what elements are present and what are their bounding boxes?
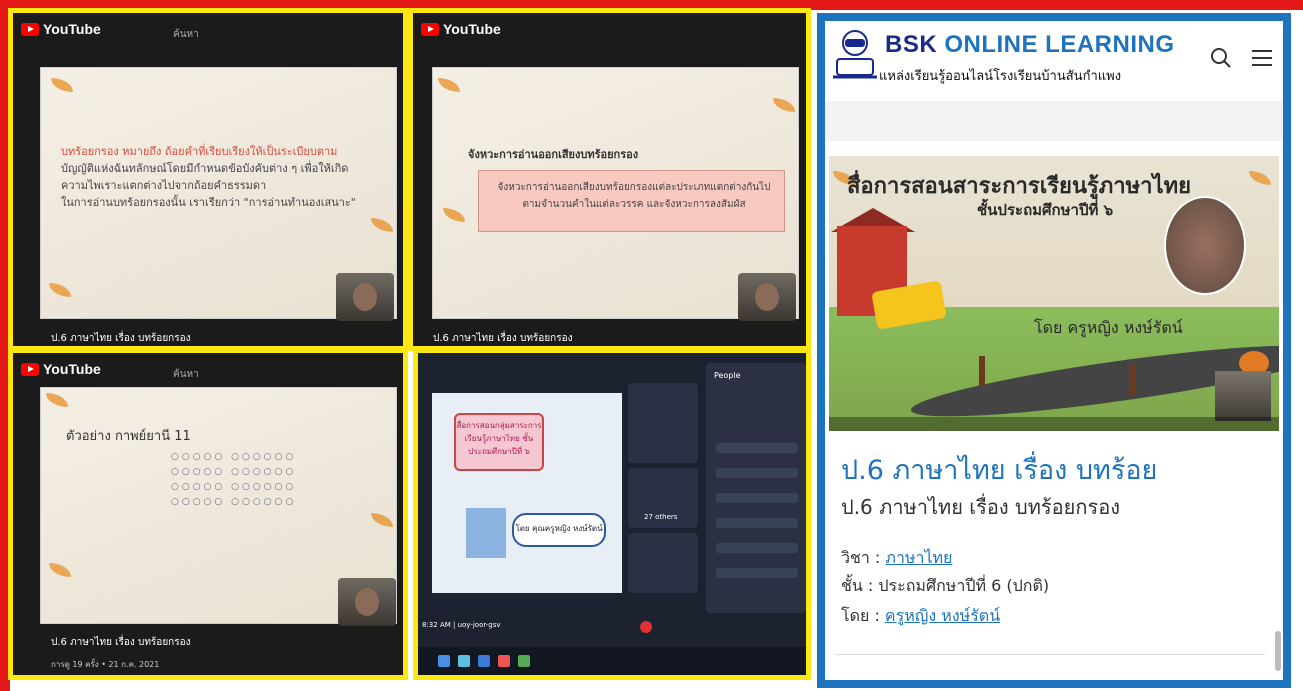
teams-window: สื่อการสอนกลุ่มสาระการเรียนรู้ภาษาไทย ชั… [418, 353, 806, 675]
meta-subject: วิชา : ภาษาไทย [841, 548, 953, 567]
slide-textbox: จังหวะการอ่านออกเสียงบทร้อยกรองแต่ละประเ… [478, 170, 785, 232]
participant-tile: 27 others [628, 468, 698, 528]
youtube-logo: YouTube [421, 21, 501, 37]
participant-tile [628, 533, 698, 593]
search-label: ค้นหา [173, 29, 199, 40]
dot-row: ○○○○○ ○○○○○○ [171, 482, 297, 492]
dot-row: ○○○○○ ○○○○○○ [171, 497, 297, 507]
slide-content: บทร้อยกรอง หมายถึง ถ้อยคำที่เรียบเรียงให… [41, 68, 396, 321]
website-panel: BSK ONLINE LEARNING แหล่งเรียนรู้ออนไลน์… [817, 13, 1291, 688]
people-panel[interactable]: People [706, 363, 806, 613]
post-subtitle: ป.6 ภาษาไทย เรื่อง บทร้อยกรอง [841, 495, 1120, 519]
slide-content: จังหวะการอ่านออกเสียงบทร้อยกรอง จังหวะกา… [433, 68, 798, 321]
photo-youtube-slide-1: YouTube ค้นหา บทร้อยกรอง หมายถึง ถ้อยคำท… [8, 8, 408, 351]
video-subtitle: ชั้นประถมศึกษาปีที่ ๖ [977, 201, 1114, 219]
author-link[interactable]: ครูหญิง หงษ์รัตน์ [885, 606, 1000, 625]
leaf-icon [49, 283, 71, 297]
video-caption: ป.6 ภาษาไทย เรื่อง บทร้อยกรอง [51, 333, 191, 344]
youtube-logo: YouTube [21, 21, 101, 37]
site-title[interactable]: BSK ONLINE LEARNING [885, 31, 1175, 59]
slide-title-box: สื่อการสอนกลุ่มสาระการเรียนรู้ภาษาไทย ชั… [454, 413, 544, 471]
leaf-icon [443, 208, 465, 222]
teacher-photo [466, 508, 506, 558]
search-icon[interactable] [1210, 47, 1232, 69]
menu-icon[interactable] [1250, 47, 1274, 69]
people-label: People [714, 371, 741, 380]
leaf-icon [773, 98, 795, 112]
participant-entry[interactable] [716, 468, 798, 478]
video-player[interactable]: สื่อการสอนสาระการเรียนรู้ภาษาไทย ชั้นประ… [829, 156, 1279, 431]
leaf-icon [1249, 171, 1271, 185]
divider [835, 654, 1265, 655]
video-views: การดู 19 ครั้ง • 21 ก.ค. 2021 [51, 660, 160, 669]
photo-youtube-slide-2: YouTube จังหวะการอ่านออกเสียงบทร้อยกรอง … [408, 8, 811, 351]
slide-line: จังหวะการอ่านออกเสียงบทร้อยกรองแต่ละประเ… [497, 182, 771, 193]
slide-line: บทร้อยกรอง หมายถึง ถ้อยคำที่เรียบเรียงให… [61, 145, 338, 158]
header-spacer [825, 101, 1283, 141]
meta-grade: ชั้น : ประถมศึกษาปีที่ 6 (ปกติ) [841, 576, 1050, 595]
meeting-time: 8:32 AM | uoy-joor-gsv [422, 621, 501, 629]
subject-link[interactable]: ภาษาไทย [885, 548, 952, 567]
scrollbar[interactable] [1275, 631, 1281, 671]
slide-content: ตัวอย่าง กาพย์ยานี 11 ○○○○○ ○○○○○○ ○○○○○… [41, 388, 396, 626]
youtube-logo: YouTube [21, 361, 101, 377]
webcam-thumbnail [338, 578, 396, 626]
post-title: ป.6 ภาษาไทย เรื่อง บทร้อย [841, 455, 1158, 486]
photo-youtube-slide-3: YouTube ค้นหา ตัวอย่าง กาพย์ยานี 11 ○○○○… [8, 348, 408, 680]
webcam-thumbnail [1215, 371, 1271, 421]
video-controls[interactable] [829, 417, 1279, 431]
video-caption: ป.6 ภาษาไทย เรื่อง บทร้อยกรอง [51, 637, 191, 648]
webcam-thumbnail [738, 273, 796, 321]
video-by: โดย ครูหญิง หงษ์รัตน์ [1034, 318, 1183, 337]
participant-entry[interactable] [716, 568, 798, 578]
webcam-thumbnail [336, 273, 394, 321]
site-header: BSK ONLINE LEARNING แหล่งเรียนรู้ออนไลน์… [825, 21, 1283, 101]
site-subtitle: แหล่งเรียนรู้ออนไลน์โรงเรียนบ้านสันกำแพง [879, 69, 1122, 84]
participant-entry[interactable] [716, 518, 798, 528]
robot-logo-icon [833, 30, 877, 79]
teacher-portrait [1164, 196, 1246, 295]
app-icon[interactable] [458, 655, 470, 667]
slide-line: ตามจำนวนคำในแต่ละวรรค และจังหวะการลงสัมผ… [522, 199, 746, 210]
leaf-icon [49, 563, 71, 577]
start-icon[interactable] [438, 655, 450, 667]
app-icon[interactable] [518, 655, 530, 667]
participant-entry[interactable] [716, 543, 798, 553]
taskbar [418, 647, 806, 675]
tree [979, 356, 985, 386]
slide-line: ในการอ่านบทร้อยกรองนั้น เราเรียกว่า "การ… [61, 196, 356, 209]
photo-teams-meeting: สื่อการสอนกลุ่มสาระการเรียนรู้ภาษาไทย ชั… [413, 348, 811, 680]
participant-entry[interactable] [716, 443, 798, 453]
app-icon[interactable] [478, 655, 490, 667]
leaf-icon [46, 393, 68, 407]
participant-tile [628, 383, 698, 463]
shared-slide: สื่อการสอนกลุ่มสาระการเรียนรู้ภาษาไทย ชั… [432, 393, 622, 593]
leave-call-button[interactable] [640, 621, 652, 633]
app-icon[interactable] [498, 655, 510, 667]
meta-author: โดย : ครูหญิง หงษ์รัตน์ [841, 606, 1001, 625]
teacher-name-box: โดย คุณครูหญิง หงษ์รัตน์ [512, 513, 606, 547]
search-label: ค้นหา [173, 369, 199, 380]
leaf-icon [51, 78, 73, 92]
leaf-icon [371, 218, 393, 232]
participant-entry[interactable] [716, 493, 798, 503]
leaf-icon [438, 78, 460, 92]
dot-row: ○○○○○ ○○○○○○ [171, 467, 297, 477]
leaf-icon [371, 513, 393, 527]
video-caption: ป.6 ภาษาไทย เรื่อง บทร้อยกรอง [433, 333, 573, 344]
slide-line: ความไพเราะแตกต่างไปจากถ้อยคำธรรมดา [61, 179, 267, 192]
dot-row: ○○○○○ ○○○○○○ [171, 452, 297, 462]
others-label: 27 others [644, 513, 678, 521]
slide-line: บัญญัติแห่งฉันทลักษณ์โดยมีกำหนดข้อบังคับ… [61, 162, 349, 175]
slide-heading: จังหวะการอ่านออกเสียงบทร้อยกรอง [468, 148, 639, 161]
tree [1129, 366, 1135, 396]
slide-heading: ตัวอย่าง กาพย์ยานี 11 [66, 429, 191, 444]
